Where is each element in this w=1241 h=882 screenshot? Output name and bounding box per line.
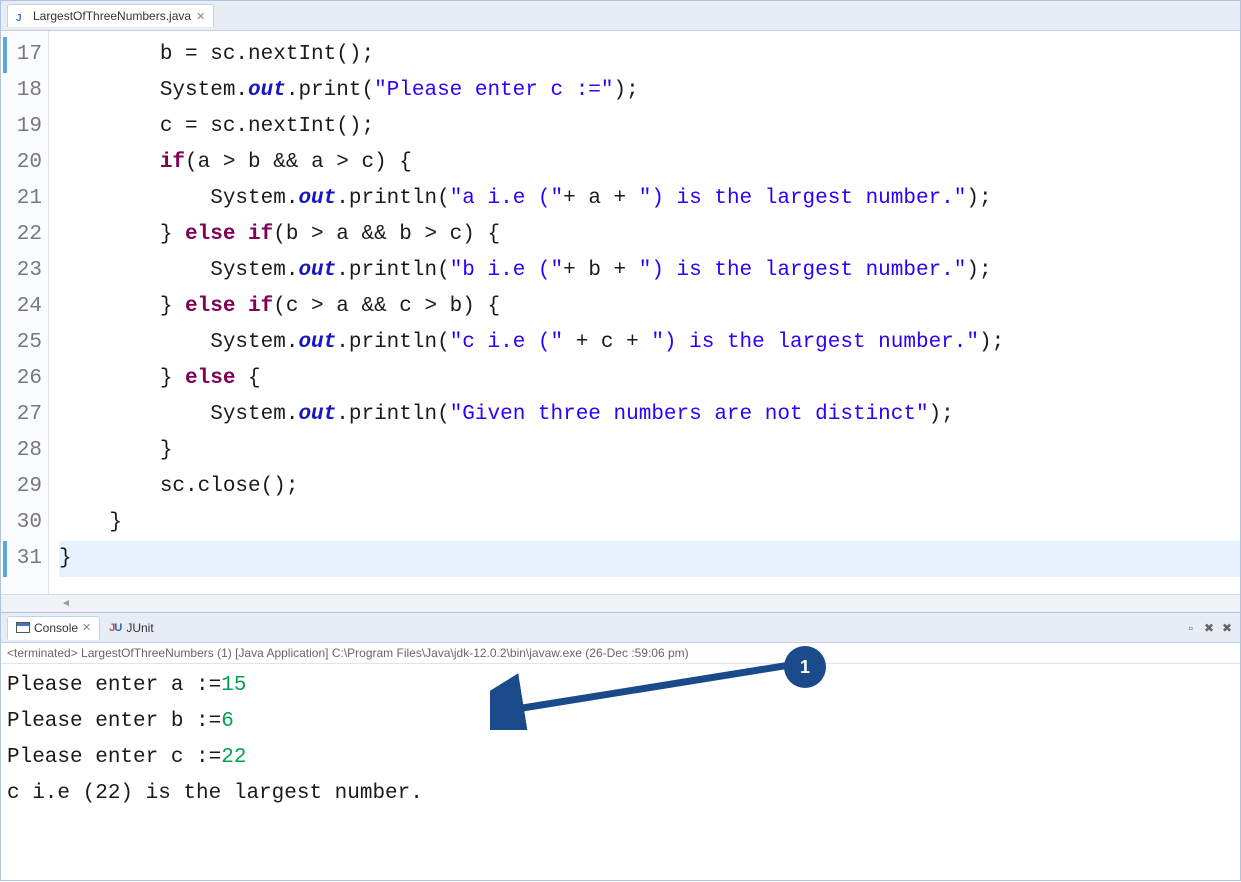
remove-launch-icon[interactable]: ✖: [1202, 621, 1216, 635]
console-output[interactable]: Please enter a :=15Please enter b :=6Ple…: [1, 664, 1240, 880]
junit-icon: JU: [109, 622, 122, 634]
close-icon[interactable]: ✕: [82, 621, 91, 634]
code-content[interactable]: b = sc.nextInt(); System.out.print("Plea…: [49, 31, 1240, 594]
java-file-icon: [16, 10, 28, 22]
bottom-panel: Console ✕ JU JUnit ▫ ✖ ✖ <terminated> La…: [0, 613, 1241, 881]
remove-all-icon[interactable]: ✖: [1220, 621, 1234, 635]
line-number-gutter: 171819202122232425262728293031: [1, 31, 49, 594]
code-area[interactable]: 171819202122232425262728293031 b = sc.ne…: [1, 31, 1240, 594]
editor-tab-filename: LargestOfThreeNumbers.java: [33, 9, 191, 23]
console-icon: [16, 622, 30, 633]
console-toolbar: ▫ ✖ ✖: [1184, 621, 1234, 635]
editor-tab-bar: LargestOfThreeNumbers.java ✕: [1, 1, 1240, 31]
editor-pane: LargestOfThreeNumbers.java ✕ 17181920212…: [0, 0, 1241, 613]
horizontal-scrollbar[interactable]: ◄: [1, 594, 1240, 612]
annotation-marker: 1: [784, 646, 826, 688]
tab-junit-label: JUnit: [126, 621, 153, 635]
close-icon[interactable]: ✕: [196, 10, 205, 23]
scroll-left-icon[interactable]: ◄: [61, 598, 71, 609]
bottom-tab-bar: Console ✕ JU JUnit ▫ ✖ ✖: [1, 613, 1240, 643]
editor-tab[interactable]: LargestOfThreeNumbers.java ✕: [7, 4, 214, 27]
tab-console-label: Console: [34, 621, 78, 635]
tab-console[interactable]: Console ✕: [7, 616, 100, 640]
minimize-icon[interactable]: ▫: [1184, 621, 1198, 635]
annotation-marker-number: 1: [800, 657, 810, 678]
tab-junit[interactable]: JU JUnit: [100, 616, 162, 640]
console-status: <terminated> LargestOfThreeNumbers (1) […: [1, 643, 1240, 664]
